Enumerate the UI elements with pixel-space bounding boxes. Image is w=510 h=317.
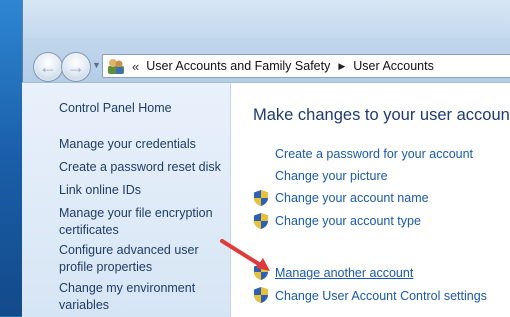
task-create-password[interactable]: Create a password for your account — [275, 146, 473, 162]
navigation-buttons: ← → ▼ — [33, 52, 111, 82]
task-change-picture[interactable]: Change your picture — [275, 168, 388, 184]
address-bar[interactable]: « User Accounts and Family Safety ▶ User… — [102, 54, 510, 78]
sidebar-item-file-encryption[interactable]: Manage your file encryption certificates — [59, 205, 219, 239]
forward-arrow-icon[interactable]: → — [61, 52, 91, 82]
window-titlebar — [23, 0, 510, 38]
desktop-background — [0, 0, 22, 316]
uac-shield-icon — [254, 213, 268, 229]
sidebar-item-environment-variables[interactable]: Change my environment variables — [59, 280, 204, 314]
back-arrow-icon[interactable]: ← — [33, 52, 63, 82]
breadcrumb-separator-icon[interactable]: ▶ — [338, 61, 345, 72]
uac-shield-icon — [254, 190, 268, 206]
recent-pages-dropdown[interactable]: ▼ — [92, 60, 101, 70]
address-overflow-chevron[interactable]: « — [132, 59, 139, 74]
sidebar-item-link-online-ids[interactable]: Link online IDs — [59, 182, 224, 199]
page-title: Make changes to your user account — [253, 106, 510, 124]
sidebar: Control Panel Home Manage your credentia… — [22, 83, 231, 317]
sidebar-item-password-reset-disk[interactable]: Create a password reset disk — [59, 159, 224, 176]
task-manage-another-account[interactable]: Manage another account — [275, 265, 413, 281]
uac-shield-icon — [254, 264, 268, 280]
user-accounts-icon — [108, 59, 124, 74]
sidebar-item-control-panel-home[interactable]: Control Panel Home — [59, 100, 224, 117]
sidebar-item-manage-credentials[interactable]: Manage your credentials — [59, 136, 224, 153]
breadcrumb-user-accounts[interactable]: User Accounts — [353, 59, 434, 73]
task-change-account-type[interactable]: Change your account type — [275, 213, 421, 229]
task-change-uac-settings[interactable]: Change User Account Control settings — [275, 288, 487, 304]
breadcrumb-user-accounts-family-safety[interactable]: User Accounts and Family Safety — [146, 59, 330, 73]
uac-shield-icon — [254, 287, 268, 303]
sidebar-item-advanced-profile[interactable]: Configure advanced user profile properti… — [59, 242, 204, 276]
task-change-account-name[interactable]: Change your account name — [275, 190, 429, 206]
